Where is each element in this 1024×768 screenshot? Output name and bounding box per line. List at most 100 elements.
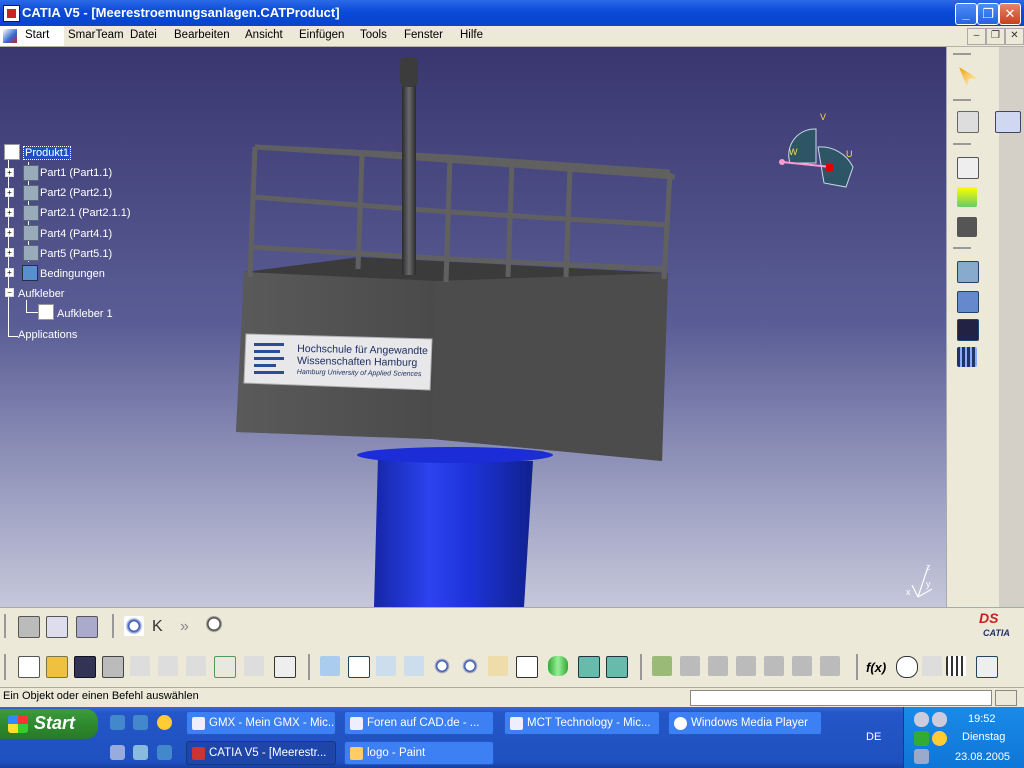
menu-hilfe[interactable]: Hilfe <box>460 29 483 41</box>
command-input[interactable] <box>690 690 992 706</box>
3d-viewport[interactable]: Hochschule für Angewandte Wissenschaften… <box>0 47 946 607</box>
expand-part2-1-icon[interactable]: + <box>5 208 14 217</box>
tool-c-icon[interactable] <box>736 656 756 676</box>
menu-start[interactable]: Start <box>25 29 49 41</box>
manipulate-icon[interactable] <box>957 111 979 133</box>
doc-close-button[interactable]: ✕ <box>1005 28 1024 45</box>
start-menu-icon[interactable] <box>3 29 17 43</box>
print-icon[interactable] <box>102 656 124 678</box>
table-icon[interactable] <box>946 656 966 676</box>
collapse-stickers-icon[interactable]: − <box>5 288 14 297</box>
save-icon[interactable] <box>74 656 96 678</box>
light-icon[interactable] <box>957 187 977 207</box>
tree-item-applications[interactable]: Applications <box>18 329 77 341</box>
tray-messenger-icon[interactable] <box>932 731 947 746</box>
quick-view-icon[interactable] <box>516 656 538 678</box>
skip-forward-icon[interactable]: » <box>180 618 189 636</box>
task-cad-forum[interactable]: Foren auf CAD.de - ... <box>344 711 494 735</box>
expand-constraints-icon[interactable]: + <box>5 268 14 277</box>
title-bar[interactable]: CATIA V5 - [Meerestroemungsanlagen.CATPr… <box>0 0 1024 26</box>
expand-part4-icon[interactable]: + <box>5 228 14 237</box>
tree-item-part1[interactable]: Part1 (Part1.1) <box>40 167 112 179</box>
update-icon[interactable] <box>652 656 672 676</box>
doc-restore-button[interactable]: ❐ <box>986 28 1005 45</box>
task-media-player[interactable]: Windows Media Player <box>668 711 822 735</box>
formula-icon[interactable]: f(x) <box>866 660 886 675</box>
turntable-icon[interactable] <box>957 291 979 313</box>
task-catia[interactable]: CATIA V5 - [Meerestr... <box>186 741 336 765</box>
shooting-icon[interactable] <box>957 347 977 367</box>
fly-mode-icon[interactable] <box>320 656 340 676</box>
select-arrow-icon[interactable] <box>959 67 979 87</box>
zoom-out-icon[interactable] <box>460 656 480 676</box>
tool-b-icon[interactable] <box>708 656 728 676</box>
redo-icon[interactable] <box>244 656 264 676</box>
paste-icon[interactable] <box>186 656 206 676</box>
tool-e-icon[interactable] <box>792 656 812 676</box>
fit-all-in-icon[interactable] <box>348 656 370 678</box>
expand-part5-icon[interactable]: + <box>5 248 14 257</box>
quicklaunch-ie-icon[interactable] <box>110 715 125 730</box>
shading-icon[interactable] <box>548 656 568 676</box>
normal-view-icon[interactable] <box>488 656 508 676</box>
task-mct[interactable]: MCT Technology - Mic... <box>504 711 660 735</box>
tree-item-part5[interactable]: Part5 (Part5.1) <box>40 248 112 260</box>
camera-icon[interactable] <box>957 217 977 237</box>
doc-minimize-button[interactable]: – <box>967 28 986 45</box>
fit-all-icon[interactable] <box>124 616 144 636</box>
sticker-tool-icon[interactable] <box>46 616 68 638</box>
clock-time[interactable]: 19:52 <box>968 713 996 725</box>
tray-monitor-icon[interactable] <box>914 749 929 764</box>
animation-icon[interactable] <box>957 261 979 283</box>
cut-icon[interactable] <box>130 656 150 676</box>
undo-icon[interactable] <box>214 656 236 678</box>
expand-part2-icon[interactable]: + <box>5 188 14 197</box>
start-button[interactable]: Start <box>0 709 98 739</box>
expand-part1-icon[interactable]: + <box>5 168 14 177</box>
menu-ansicht[interactable]: Ansicht <box>245 29 283 41</box>
tree-item-part2-1[interactable]: Part2.1 (Part2.1.1) <box>40 207 131 219</box>
tray-network-icon[interactable] <box>914 712 929 727</box>
swap-visible-icon[interactable] <box>606 656 628 678</box>
tree-item-aufkleber-1[interactable]: Aufkleber 1 <box>57 308 113 320</box>
task-gmx[interactable]: GMX - Mein GMX - Mic... <box>186 711 336 735</box>
menu-einfuegen[interactable]: Einfügen <box>299 29 344 41</box>
tool-a-icon[interactable] <box>680 656 700 676</box>
catalog-icon[interactable] <box>18 616 40 638</box>
tree-item-produkt1[interactable]: Produkt1 <box>23 146 72 160</box>
command-button[interactable] <box>995 690 1017 706</box>
catia-app-icon[interactable] <box>3 5 20 22</box>
skip-back-icon[interactable]: K <box>152 618 163 636</box>
minimize-button[interactable]: _ <box>955 3 977 25</box>
zoom-area-icon[interactable] <box>206 616 226 636</box>
open-icon[interactable] <box>46 656 68 678</box>
menu-smarteam[interactable]: SmarTeam <box>68 29 124 41</box>
tree-item-bedingungen[interactable]: Bedingungen <box>40 268 105 280</box>
quicklaunch-messenger-icon[interactable] <box>157 715 172 730</box>
video-icon[interactable] <box>957 319 979 341</box>
menu-datei[interactable]: Datei <box>130 29 157 41</box>
comment-icon[interactable] <box>896 656 918 678</box>
restore-button[interactable]: ❐ <box>977 3 999 25</box>
zoom-in-icon[interactable] <box>432 656 452 676</box>
quicklaunch-ie2-icon[interactable] <box>157 745 172 760</box>
new-icon[interactable] <box>18 656 40 678</box>
tree-item-aufkleber[interactable]: Aufkleber <box>18 288 64 300</box>
tray-user-icon[interactable] <box>914 731 929 746</box>
quicklaunch-search-icon[interactable] <box>133 745 148 760</box>
menu-fenster[interactable]: Fenster <box>404 29 443 41</box>
scene-icon[interactable] <box>995 111 1021 133</box>
hide-show-icon[interactable] <box>578 656 600 678</box>
task-paint[interactable]: logo - Paint <box>344 741 494 765</box>
apply-material-icon[interactable] <box>76 616 98 638</box>
close-button[interactable]: ✕ <box>999 3 1021 25</box>
rotate-icon[interactable] <box>404 656 424 676</box>
tool-f-icon[interactable] <box>820 656 840 676</box>
menu-tools[interactable]: Tools <box>360 29 387 41</box>
lock-icon[interactable] <box>922 656 942 676</box>
menu-bearbeiten[interactable]: Bearbeiten <box>174 29 230 41</box>
tree-item-part4[interactable]: Part4 (Part4.1) <box>40 228 112 240</box>
tree-item-part2[interactable]: Part2 (Part2.1) <box>40 187 112 199</box>
cube-view-icon[interactable] <box>957 157 979 179</box>
tree-layout-icon[interactable] <box>976 656 998 678</box>
